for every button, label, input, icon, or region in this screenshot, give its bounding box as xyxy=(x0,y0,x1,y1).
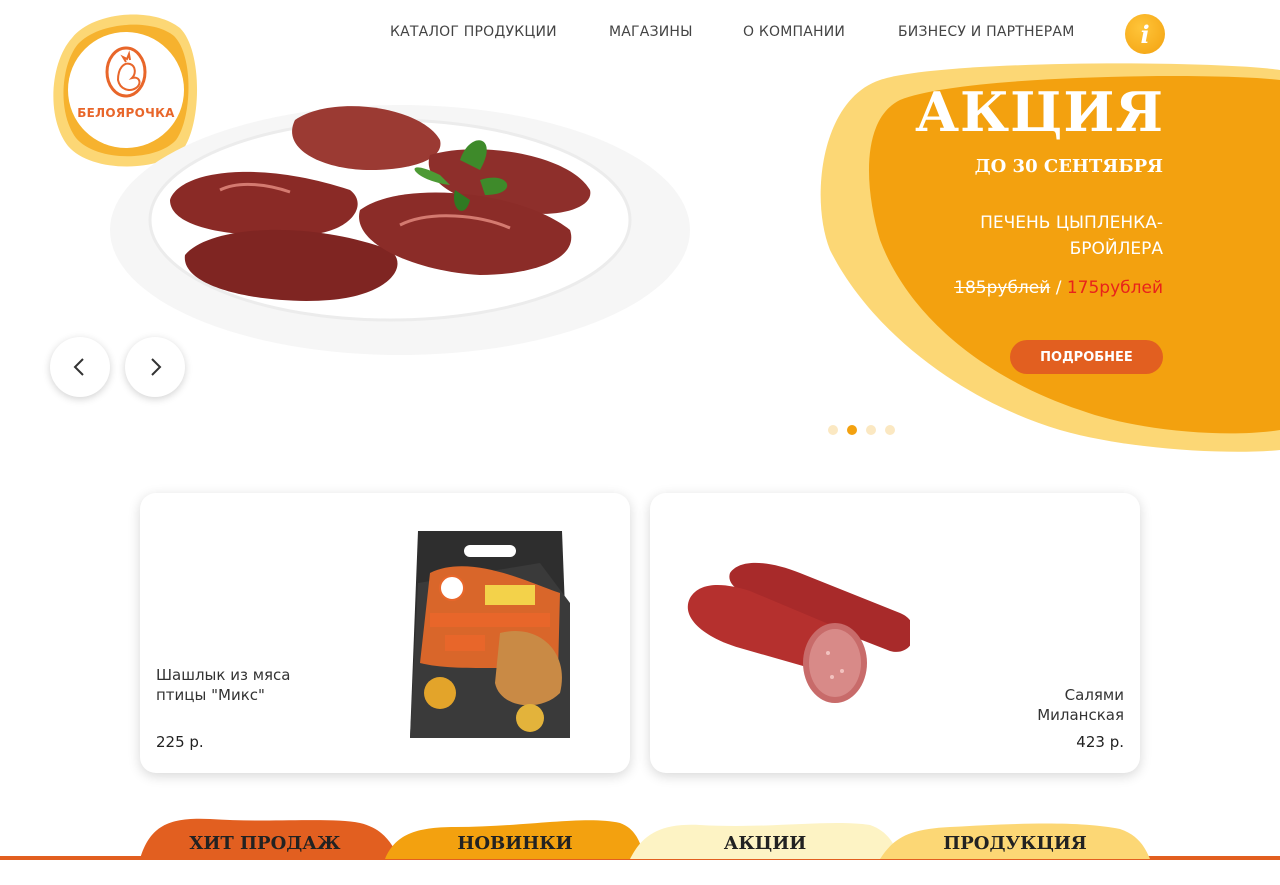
slider-next-button[interactable] xyxy=(125,337,185,397)
product-name: Шашлык из мяса птицы "Микс" xyxy=(156,666,291,704)
product-name: Салями Миланская xyxy=(1037,686,1124,724)
chevron-left-icon xyxy=(73,358,84,376)
info-icon[interactable]: i xyxy=(1125,14,1165,54)
promo-date: ДО 30 СЕНТЯБРЯ xyxy=(974,156,1163,177)
slider-dot-1[interactable] xyxy=(828,425,838,435)
slider-dot-4[interactable] xyxy=(885,425,895,435)
price-old: 185рублей xyxy=(954,278,1051,298)
product-card[interactable]: Шашлык из мяса птицы "Микс" 225 р. xyxy=(140,493,630,773)
nav-item-business[interactable]: БИЗНЕСУ И ПАРТНЕРАМ xyxy=(898,24,1074,40)
tab-label: НОВИНКИ xyxy=(457,833,573,854)
slider-dot-2[interactable] xyxy=(847,425,857,435)
product-image-salami xyxy=(670,553,910,713)
tab-label: АКЦИИ xyxy=(723,833,807,854)
nav-item-stores[interactable]: МАГАЗИНЫ xyxy=(609,24,693,40)
nav-item-catalog[interactable]: КАТАЛОГ ПРОДУКЦИИ xyxy=(390,24,557,40)
promo-title: АКЦИЯ xyxy=(915,80,1164,144)
nav-item-about[interactable]: О КОМПАНИИ xyxy=(743,24,845,40)
tab-promotions[interactable]: АКЦИИ xyxy=(630,815,900,859)
promo-product-name: ПЕЧЕНЬ ЦЫПЛЕНКА-БРОЙЛЕРА xyxy=(980,213,1163,259)
slider-prev-button[interactable] xyxy=(50,337,110,397)
info-symbol: i xyxy=(1140,19,1150,49)
price-separator: / xyxy=(1050,278,1067,298)
tab-products[interactable]: ПРОДУКЦИЯ xyxy=(880,815,1150,859)
chevron-right-icon xyxy=(151,358,162,376)
slider-dot-3[interactable] xyxy=(866,425,876,435)
tab-bestsellers[interactable]: ХИТ ПРОДАЖ xyxy=(130,815,400,859)
product-image-shashlik xyxy=(400,523,580,748)
product-card[interactable]: Салями Миланская 423 р. xyxy=(650,493,1140,773)
hero-product-image xyxy=(100,60,740,420)
more-details-button[interactable]: ПОДРОБНЕЕ xyxy=(1010,340,1163,374)
tab-label: ПРОДУКЦИЯ xyxy=(943,833,1087,854)
slider-dots xyxy=(828,425,895,435)
promo-price: 185рублей / 175рублей xyxy=(954,278,1163,298)
product-price: 423 р. xyxy=(1076,733,1124,751)
price-new: 175рублей xyxy=(1066,278,1163,298)
tab-label: ХИТ ПРОДАЖ xyxy=(189,833,341,854)
tab-new[interactable]: НОВИНКИ xyxy=(385,815,645,859)
product-price: 225 р. xyxy=(156,733,204,751)
